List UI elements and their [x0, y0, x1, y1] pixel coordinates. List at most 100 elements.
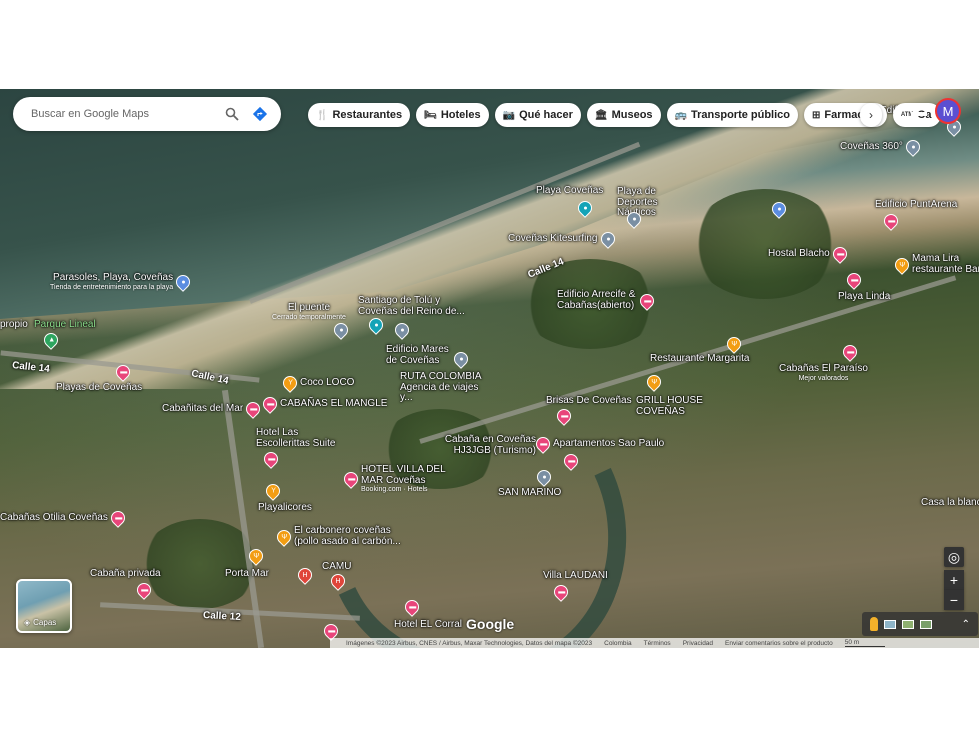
place-marker[interactable]: Ψ [246, 546, 266, 566]
place-name: Coveñas 360° [840, 140, 903, 152]
place-marker[interactable]: Ψ Mama Lira restaurante Bar [892, 253, 979, 275]
place-marker[interactable]: Edificio Mares de Coveñas [386, 344, 456, 366]
expand-icon[interactable]: ⌃ [962, 619, 970, 630]
imagery-thumb[interactable] [884, 619, 896, 629]
category-chips: 🍴 Restaurantes 🛏 Hoteles 📷 Qué hacer 🏛 Museo… [308, 103, 941, 127]
place-marker[interactable]: Restaurante Margarita [650, 353, 750, 365]
place-marker[interactable]: Playalicores [258, 502, 312, 514]
place-marker[interactable]: ▬ [881, 211, 901, 231]
place-marker[interactable]: propio [0, 319, 28, 331]
place-marker[interactable]: Cabañas Otilia Coveñas ▬ [0, 508, 128, 528]
place-marker[interactable]: H [295, 565, 315, 585]
feedback-link[interactable]: Enviar comentarios sobre el producto [725, 640, 833, 647]
place-marker[interactable]: Ψ [644, 372, 664, 392]
vegetation [690, 189, 840, 299]
place-marker[interactable]: Hotel Las Escollerittas Suite [256, 427, 346, 449]
place-marker[interactable]: Playa Coveñas [536, 185, 603, 197]
chevron-right-icon[interactable]: › [860, 103, 882, 127]
place-marker[interactable]: Coveñas 360° ● [840, 137, 923, 157]
place-marker[interactable]: ● [392, 320, 412, 340]
place-marker[interactable]: ● [769, 199, 789, 219]
place-marker[interactable]: Hotel EL Corral [394, 619, 462, 631]
place-marker[interactable]: Cabañas El Paraíso Mejor valorados [779, 363, 868, 382]
place-marker[interactable]: Y [263, 481, 283, 501]
place-marker[interactable]: ● [366, 315, 386, 335]
place-marker[interactable]: Casa la blanca [921, 497, 979, 509]
hospital-pin-icon: H [295, 565, 315, 585]
place-marker[interactable]: Cabaña privada [90, 568, 161, 580]
place-marker[interactable]: ● [624, 209, 644, 229]
place-marker[interactable]: ▬ [113, 362, 133, 382]
imagery-thumb[interactable] [920, 619, 932, 629]
search-icon[interactable] [221, 103, 243, 125]
place-marker[interactable]: ▬ [554, 406, 574, 426]
place-marker[interactable]: ● [331, 320, 351, 340]
place-marker[interactable]: ▬ [561, 451, 581, 471]
utensils-icon: 🍴 [316, 109, 329, 121]
place-marker[interactable]: GRILL HOUSE COVEÑAS [636, 395, 706, 417]
place-marker[interactable]: Cabañitas del Mar ▬ [162, 399, 264, 419]
apps-grid-icon[interactable] [908, 103, 930, 125]
chip-transporte[interactable]: 🚌 Transporte público [666, 103, 799, 127]
place-marker[interactable]: ▬ HOTEL VILLA DEL MAR Coveñas Booking.com… [341, 464, 451, 493]
chip-museos[interactable]: 🏛 Museos [586, 103, 661, 127]
layers-button[interactable]: ◈ Capas [16, 579, 72, 633]
hotel-pin-icon: ▬ [829, 244, 850, 264]
zoom-in-button[interactable]: + [944, 570, 964, 590]
place-marker[interactable]: ▬ [844, 270, 864, 290]
place-marker[interactable]: ▬ [261, 449, 281, 469]
avatar[interactable]: M [935, 98, 961, 124]
place-marker[interactable]: Y Coco LOCO [280, 373, 354, 393]
building-pin-icon: ● [392, 320, 412, 340]
place-marker[interactable]: ▬ [134, 580, 154, 600]
place-marker[interactable]: RUTA COLOMBIA Agencia de viajes y... [400, 371, 490, 404]
place-marker[interactable]: ▬ [321, 621, 341, 641]
terms-link[interactable]: Términos [644, 640, 671, 647]
place-marker[interactable]: Ψ El carbonero coveñas (pollo asado al c… [274, 525, 404, 547]
chip-hoteles[interactable]: 🛏 Hoteles [416, 103, 489, 127]
scale-label[interactable]: 50 m [844, 639, 886, 647]
place-marker[interactable]: Villa LAUDANI [543, 570, 608, 582]
place-marker[interactable]: SAN MARINO [498, 487, 561, 499]
place-marker[interactable]: H [328, 571, 348, 591]
place-marker[interactable]: ▬ Apartamentos Sao Paulo [533, 434, 664, 454]
place-marker[interactable]: ▬ [551, 582, 571, 602]
chip-que-hacer[interactable]: 📷 Qué hacer [494, 103, 581, 127]
country-link[interactable]: Colombia [604, 640, 631, 647]
place-marker[interactable]: Santiago de Tolú y Coveñas del Reino de.… [358, 295, 468, 317]
place-marker[interactable]: ▲ [41, 330, 61, 350]
privacy-link[interactable]: Privacidad [683, 640, 713, 647]
park-pin-icon: ▲ [41, 330, 61, 350]
imagery-thumb[interactable] [902, 619, 914, 629]
search-input[interactable]: Buscar en Google Maps [31, 108, 215, 120]
place-marker[interactable]: ● [534, 467, 554, 487]
pegman-icon[interactable] [870, 617, 878, 631]
place-marker[interactable]: ● [575, 198, 595, 218]
place-marker[interactable]: Parasoles, Playa, Coveñas Tienda de entre… [50, 272, 194, 292]
place-marker[interactable]: Brisas De Coveñas [546, 395, 632, 407]
place-marker[interactable]: ▬ CABAÑAS EL MANGLE [260, 394, 387, 414]
place-marker[interactable]: Ψ [724, 334, 744, 354]
street-view-bar[interactable]: ⌃ [862, 612, 978, 636]
place-marker[interactable]: ● [451, 349, 471, 369]
place-marker[interactable]: Edificio Arrecife & Cabañas(abierto) [557, 289, 641, 311]
my-location-button[interactable]: ◎ [944, 547, 964, 567]
place-marker[interactable]: Playa Linda [838, 291, 890, 303]
hotel-pin-icon: ▬ [113, 362, 133, 382]
place-marker[interactable]: Edificio PuntArena [875, 199, 957, 211]
place-marker[interactable]: ▬ [840, 342, 860, 362]
search-box[interactable]: Buscar en Google Maps [13, 97, 281, 131]
chip-restaurantes[interactable]: 🍴 Restaurantes [308, 103, 411, 127]
place-marker[interactable]: ▬ [637, 291, 657, 311]
place-marker[interactable]: Coveñas Kitesurfing ● [508, 229, 618, 249]
place-marker[interactable]: Parque Lineal [34, 319, 96, 331]
place-marker[interactable]: El puente Cerrado temporalmente [272, 302, 346, 321]
place-marker[interactable]: Hostal Blacho ▬ [768, 244, 850, 264]
place-marker[interactable]: Cabaña en Coveñas HJ3JGB (Turismo) [444, 434, 536, 456]
place-marker[interactable]: CAMU [322, 561, 351, 573]
directions-icon[interactable] [249, 103, 271, 125]
place-marker[interactable]: Playas de Coveñas [56, 382, 142, 394]
place-marker[interactable]: Porta Mar [225, 568, 269, 580]
zoom-out-button[interactable]: − [944, 590, 964, 610]
place-marker[interactable]: ▬ [402, 597, 422, 617]
